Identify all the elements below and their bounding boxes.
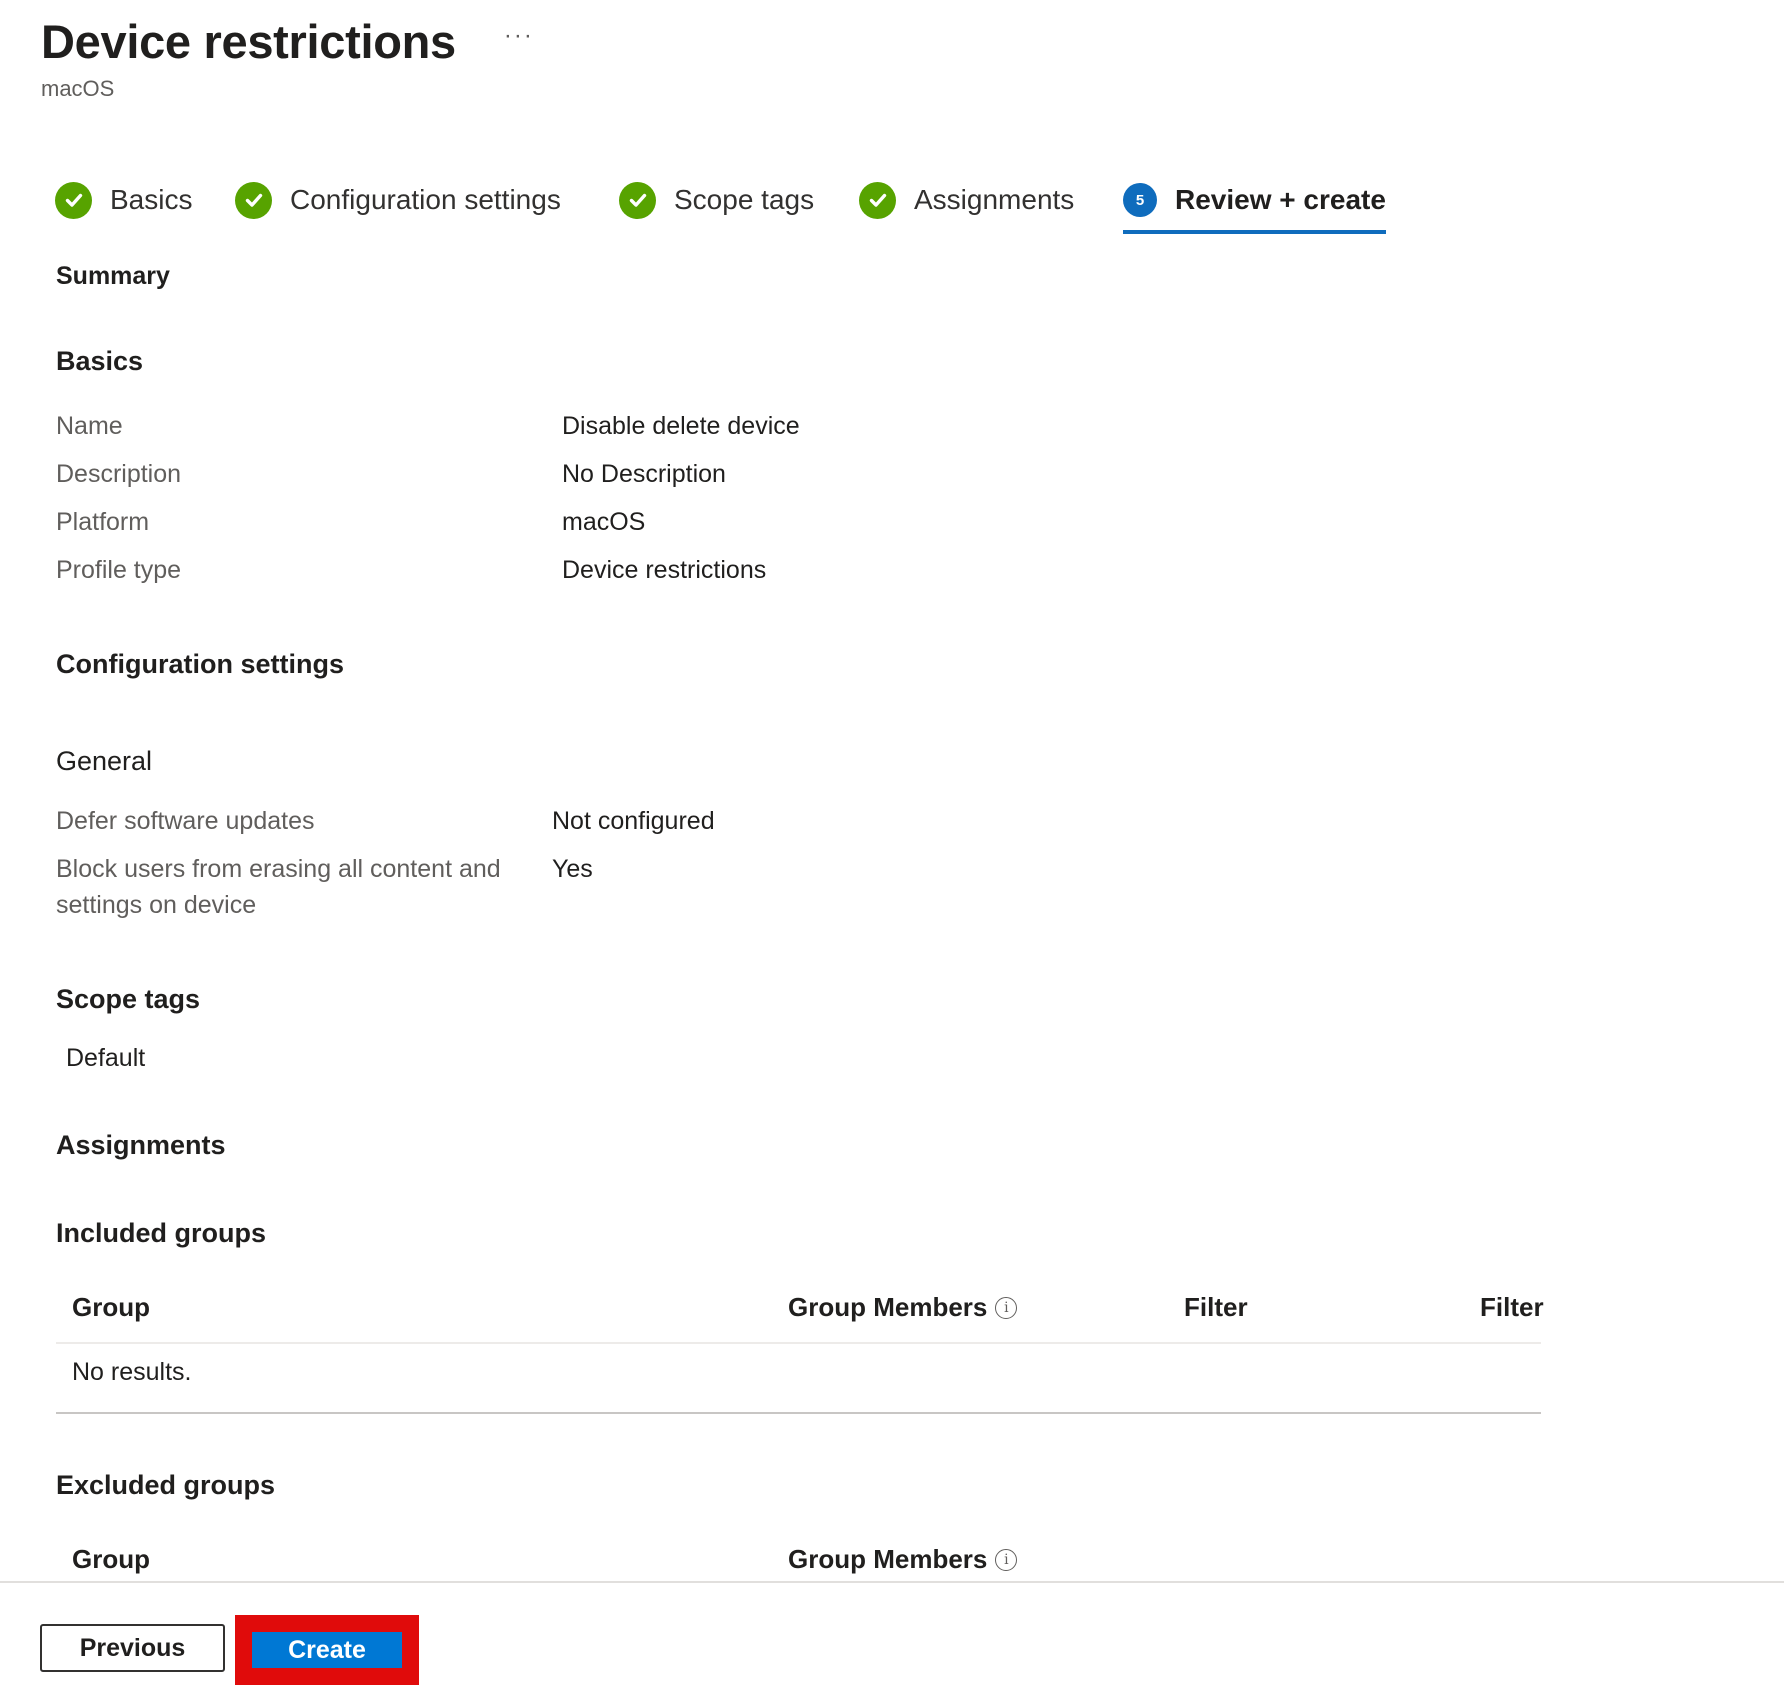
excluded-groups-heading: Excluded groups — [56, 1470, 276, 1500]
tab-label: Basics — [110, 184, 193, 215]
defer-updates-value: Not configured — [552, 807, 715, 835]
more-options-button[interactable]: ··· — [504, 6, 534, 66]
check-circle-icon — [235, 181, 272, 219]
create-button-highlight: Create — [235, 1615, 419, 1685]
summary-heading: Summary — [56, 262, 170, 290]
column-group[interactable]: Group — [72, 1292, 150, 1323]
create-button[interactable]: Create — [252, 1632, 402, 1668]
page-subtitle: macOS — [41, 76, 115, 101]
block-erase-label-line1: Block users from erasing all content and — [56, 855, 501, 883]
included-groups-table: Group Group Members i Filter Filter No re… — [56, 1278, 1544, 1414]
check-circle-icon — [619, 181, 656, 219]
description-label: Description — [56, 460, 182, 488]
assignments-heading: Assignments — [56, 1130, 226, 1160]
scope-tags-heading: Scope tags — [56, 984, 201, 1014]
included-groups-heading: Included groups — [56, 1218, 267, 1248]
platform-label: Platform — [56, 508, 150, 536]
column-label: Filter — [1480, 1292, 1544, 1322]
description-value: No Description — [562, 460, 726, 488]
tab-label: Configuration settings — [290, 184, 561, 215]
general-heading: General — [56, 746, 153, 776]
page-header: Device restrictions ··· macOS — [41, 12, 534, 102]
table-header: Group Group Members i Filter Filter — [56, 1278, 1544, 1344]
column-label: Group — [72, 1544, 150, 1574]
tab-label: Review + create — [1175, 184, 1386, 215]
column-group[interactable]: Group — [72, 1544, 150, 1575]
tab-basics[interactable]: Basics — [55, 176, 192, 224]
tab-assignments[interactable]: Assignments — [859, 176, 1074, 224]
column-group-members[interactable]: Group Members i — [788, 1544, 1018, 1575]
column-group-members[interactable]: Group Members i — [788, 1292, 1018, 1323]
page-title: Device restrictions — [41, 15, 456, 68]
name-value: Disable delete device — [562, 412, 800, 440]
info-icon[interactable]: i — [995, 1548, 1018, 1571]
configuration-heading: Configuration settings — [56, 649, 344, 679]
defer-updates-label: Defer software updates — [56, 807, 315, 835]
previous-button[interactable]: Previous — [40, 1624, 225, 1672]
wizard-footer: Previous Create — [0, 1581, 1784, 1704]
tab-scope-tags[interactable]: Scope tags — [619, 176, 814, 224]
tab-label: Assignments — [914, 184, 1075, 215]
platform-value: macOS — [562, 508, 646, 536]
tab-review-create[interactable]: 5 Review + create — [1123, 176, 1386, 234]
empty-results-text: No results. — [72, 1358, 192, 1386]
info-icon[interactable]: i — [995, 1296, 1018, 1319]
tab-configuration-settings[interactable]: Configuration settings — [235, 176, 561, 224]
profile-type-value: Device restrictions — [562, 556, 767, 584]
name-label: Name — [56, 412, 123, 440]
column-filter-2[interactable]: Filter — [1480, 1292, 1544, 1323]
table-row: No results. — [56, 1344, 1541, 1414]
column-label: Group Members — [788, 1292, 988, 1322]
block-erase-label-line2: settings on device — [56, 891, 257, 919]
scope-tag-value: Default — [66, 1044, 146, 1072]
column-label: Group Members — [788, 1544, 988, 1574]
column-label: Filter — [1184, 1292, 1248, 1322]
tab-label: Scope tags — [674, 184, 815, 215]
basics-heading: Basics — [56, 346, 144, 376]
column-label: Group — [72, 1292, 150, 1322]
step-number-icon: 5 — [1123, 183, 1157, 217]
column-filter[interactable]: Filter — [1184, 1292, 1248, 1323]
check-circle-icon — [55, 181, 92, 219]
block-erase-value: Yes — [552, 855, 593, 883]
profile-type-label: Profile type — [56, 556, 182, 584]
check-circle-icon — [859, 181, 896, 219]
